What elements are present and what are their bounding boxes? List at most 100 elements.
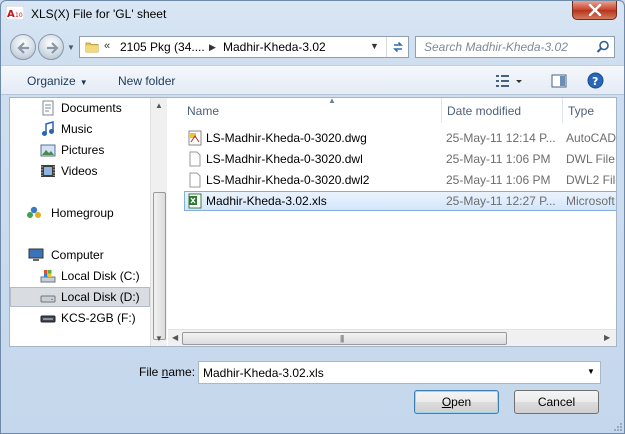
file-date: 25-May-11 12:14 P... [446,131,556,145]
scroll-left-icon[interactable]: ◀ [172,333,178,342]
file-name-combobox[interactable]: Madhir-Kheda-3.02.xls ▼ [198,361,601,384]
excel-file-icon [188,193,202,209]
chevron-down-icon [516,80,522,83]
close-icon [588,4,602,16]
column-header-date[interactable]: Date modified [442,98,562,123]
column-header-label: Date modified [447,104,522,118]
details-view-icon [496,75,509,87]
scroll-right-icon[interactable]: ▶ [604,333,610,342]
file-date: 25-May-11 1:06 PM [446,173,551,187]
scrollbar-thumb[interactable] [153,192,166,340]
file-row-selected[interactable]: Madhir-Kheda-3.02.xls 25-May-11 12:27 P.… [184,191,616,211]
drive-d-icon [40,295,56,303]
organize-button[interactable]: Organize ▼ [27,74,88,88]
browser-panel: Documents Music Pictures Videos Homegrou… [9,97,617,347]
blank-file-icon [189,172,201,188]
file-type: AutoCAD [566,131,616,145]
resize-grip-icon[interactable] [613,422,623,432]
column-header-type[interactable]: Type [563,98,616,123]
help-button[interactable]: ? [587,72,604,89]
change-view-button[interactable] [495,73,525,89]
new-folder-button[interactable]: New folder [118,74,175,88]
file-type: DWL2 File [566,173,616,187]
scroll-down-icon[interactable]: ▼ [155,334,163,343]
nav-item-drive-c[interactable]: Local Disk (C:) [10,266,150,286]
drive-c-icon [40,270,56,283]
breadcrumb-separator[interactable]: ▶ [209,42,216,53]
breadcrumb-current[interactable]: Madhir-Kheda-3.02 [223,40,326,54]
pictures-icon [40,144,56,157]
nav-item-drive-d[interactable]: Local Disk (D:) [10,287,150,307]
blank-file-icon [189,151,201,167]
nav-item-usb-drive[interactable]: KCS-2GB (F:) [10,308,150,328]
cancel-label: Cancel [537,395,576,409]
nav-item-label: Music [61,122,93,136]
file-name: Madhir-Kheda-3.02.xls [206,194,327,208]
preview-pane-icon [551,74,567,88]
file-name-label: File name: [139,365,195,379]
nav-item-label: Local Disk (D:) [61,290,140,304]
address-bar[interactable]: « 2105 Pkg (34.... ▶ Madhir-Kheda-3.02 ▼ [79,36,409,58]
column-header-label: Name [187,104,220,118]
nav-item-documents[interactable]: Documents [10,98,150,118]
breadcrumb-item[interactable]: 2105 Pkg (34.... [120,40,205,54]
search-input[interactable]: Search Madhir-Kheda-3.02 [424,40,568,54]
navigation-pane[interactable]: Documents Music Pictures Videos Homegrou… [10,98,150,346]
autocad-app-icon: A 10 [6,6,24,20]
recent-pages-dropdown[interactable]: ▼ [67,43,75,52]
svg-text:A: A [7,9,15,20]
file-row[interactable]: LS-Madhir-Kheda-0-3020.dwg 25-May-11 12:… [184,128,616,148]
refresh-icon [393,41,403,53]
file-name: LS-Madhir-Kheda-0-3020.dwl2 [206,173,370,187]
address-dropdown[interactable]: ▼ [370,41,379,51]
navigation-bar: ▼ « 2105 Pkg (34.... ▶ Madhir-Kheda-3.02… [1,31,624,63]
label-part: ame: [168,365,196,379]
breadcrumb-overflow[interactable]: « [104,40,110,52]
nav-item-label: Pictures [61,143,105,157]
nav-item-homegroup[interactable]: Homegroup [10,203,150,223]
file-name-input[interactable]: Madhir-Kheda-3.02.xls [203,366,324,380]
cancel-button[interactable]: Cancel [514,390,599,414]
nav-item-computer[interactable]: Computer [10,245,150,265]
open-button[interactable]: Open [414,390,499,414]
music-icon [42,121,54,136]
svg-text:10: 10 [15,12,23,19]
computer-icon [28,248,44,261]
file-type: DWL File [566,152,615,166]
organize-label: Organize [27,74,76,88]
nav-item-label: Documents [61,101,122,115]
horizontal-scrollbar[interactable]: ◀ ||| ▶ [168,329,616,346]
videos-icon [41,165,55,177]
file-open-dialog: A 10 XLS(X) File for 'GL' sheet ▼ « 2105… [0,0,625,434]
search-box[interactable]: Search Madhir-Kheda-3.02 [415,36,615,58]
column-header-name[interactable]: ▲ Name [182,98,442,123]
grip-icon: ||| [340,334,344,343]
close-button[interactable] [572,1,617,20]
file-date: 25-May-11 1:06 PM [446,152,551,166]
forward-button[interactable] [38,34,64,60]
file-row[interactable]: LS-Madhir-Kheda-0-3020.dwl 25-May-11 1:0… [184,149,616,169]
nav-pane-scrollbar[interactable]: ▲ ▼ [150,98,167,346]
label-mnemonic: O [441,395,452,409]
nav-item-videos[interactable]: Videos [10,161,150,181]
help-icon: ? [587,72,604,89]
usb-drive-icon [40,315,56,323]
refresh-button[interactable] [386,37,408,57]
file-row[interactable]: LS-Madhir-Kheda-0-3020.dwl2 25-May-11 1:… [184,170,616,190]
title-bar: A 10 XLS(X) File for 'GL' sheet [1,1,624,27]
chevron-down-icon[interactable]: ▼ [587,367,595,376]
nav-item-pictures[interactable]: Pictures [10,140,150,160]
scrollbar-thumb[interactable]: ||| [182,332,507,345]
label-part: File [139,365,162,379]
nav-item-music[interactable]: Music [10,119,150,139]
chevron-down-icon: ▼ [79,78,88,87]
svg-text:?: ? [592,75,598,88]
scroll-up-icon[interactable]: ▲ [155,101,163,110]
back-button[interactable] [10,34,36,60]
preview-pane-button[interactable] [551,73,567,89]
folder-icon [85,42,99,53]
sort-ascending-icon: ▲ [328,98,336,105]
forward-arrow-icon [47,42,59,54]
file-list[interactable]: ▲ Name Date modified Type LS-Madhir-Khed… [168,98,616,346]
file-name: LS-Madhir-Kheda-0-3020.dwl [206,152,363,166]
